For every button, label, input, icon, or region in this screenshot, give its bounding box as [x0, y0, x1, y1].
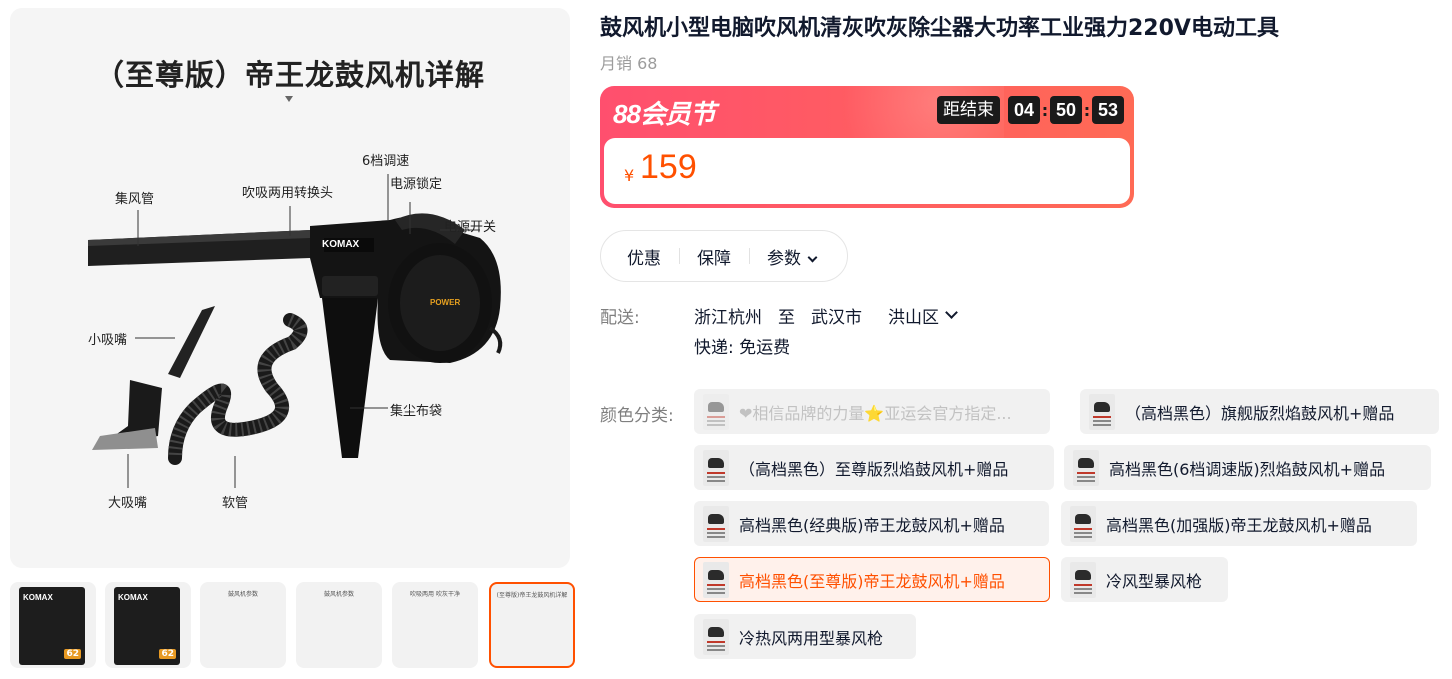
countdown: 距结束 04 : 50 : 53	[937, 96, 1124, 124]
sku-option-label: ❤相信品牌的力量⭐亚运会官方指定...	[739, 403, 1012, 423]
sku-thumb	[703, 561, 729, 598]
festival-label: 88会员节	[613, 99, 716, 129]
power-mark: POWER	[430, 298, 461, 307]
tab-guarantee[interactable]: 保障	[679, 244, 749, 269]
tab-params[interactable]: 参数	[749, 244, 834, 269]
sku-option-label: 高档黑色(6档调速版)烈焰鼓风机+赠品	[1109, 459, 1386, 479]
price-box: ¥ 159	[604, 138, 1130, 204]
sku-option-7-selected[interactable]: 高档黑色(至尊版)帝王龙鼓风机+赠品	[694, 557, 1050, 602]
brand-mark: KOMAX	[322, 239, 360, 250]
sku-option-label: 高档黑色(加强版)帝王龙鼓风机+赠品	[1106, 515, 1372, 535]
sku-option-6[interactable]: 高档黑色(加强版)帝王龙鼓风机+赠品	[1061, 501, 1417, 546]
callout-small-nozzle: 小吸嘴	[88, 333, 128, 348]
thumbnail-strip: KOMAX 62 KOMAX 62 鼓风机参数 鼓风机参数 吹吸两用 吹灰干净 …	[10, 582, 575, 668]
countdown-label: 距结束	[937, 96, 1000, 124]
thumbnail-badge: 62	[159, 649, 176, 659]
sku-thumb	[703, 393, 729, 430]
callout-speed: 6档调速	[362, 154, 410, 169]
callout-large-nozzle: 大吸嘴	[108, 496, 148, 511]
sku-option-label: 冷风型暴风枪	[1106, 571, 1203, 591]
sku-thumb	[1070, 505, 1096, 542]
sku-option-8[interactable]: 冷风型暴风枪	[1061, 557, 1228, 602]
thumbnail-caption: 鼓风机参数	[323, 591, 354, 598]
sku-option-1[interactable]: ❤相信品牌的力量⭐亚运会官方指定...	[694, 389, 1050, 434]
info-tabs: 优惠 保障 参数	[600, 230, 848, 282]
sku-option-label: （高档黑色）至尊版烈焰鼓风机+赠品	[739, 459, 1009, 479]
tab-discount-label: 优惠	[627, 248, 661, 269]
sku-option-5[interactable]: 高档黑色(经典版)帝王龙鼓风机+赠品	[694, 501, 1049, 546]
chevron-down-icon[interactable]	[945, 306, 958, 319]
sku-thumb	[703, 505, 729, 542]
monthly-sales: 月销 68	[600, 54, 658, 73]
currency-symbol: ¥	[624, 166, 635, 185]
sku-thumb	[1070, 561, 1096, 598]
sku-option-2[interactable]: （高档黑色）旗舰版烈焰鼓风机+赠品	[1080, 389, 1439, 434]
thumbnail-caption: 鼓风机参数	[227, 591, 258, 598]
sku-thumb	[1089, 393, 1115, 430]
blower-illustration	[88, 174, 503, 488]
delivery-label: 配送:	[600, 308, 640, 328]
main-product-image[interactable]: （至尊版）帝王龙鼓风机详解 KOMAX POWER 6档调速 电源锁定 集风管 …	[10, 8, 570, 568]
thumbnail-4[interactable]: 鼓风机参数	[296, 582, 382, 668]
delivery-city: 武汉市	[811, 308, 862, 328]
thumbnail-5[interactable]: 吹吸两用 吹灰干净	[392, 582, 478, 668]
price: 159	[640, 148, 697, 186]
thumbnail-brand: KOMAX	[23, 593, 53, 602]
thumbnail-2[interactable]: KOMAX 62	[105, 582, 191, 668]
tab-guarantee-label: 保障	[697, 248, 731, 269]
delivery-from: 浙江杭州	[694, 308, 762, 328]
sku-thumb	[703, 618, 729, 655]
sku-thumb	[1073, 449, 1099, 486]
tab-params-label: 参数	[767, 248, 801, 269]
thumbnail-brand: KOMAX	[118, 593, 148, 602]
delivery-selector[interactable]: 浙江杭州 至 武汉市 洪山区	[694, 303, 972, 328]
callout-power-lock: 电源锁定	[390, 177, 443, 192]
callout-adapter: 吹吸两用转换头	[242, 186, 334, 201]
countdown-separator: :	[1041, 100, 1049, 120]
thumbnail-1[interactable]: KOMAX 62	[10, 582, 96, 668]
sku-option-4[interactable]: 高档黑色(6档调速版)烈焰鼓风机+赠品	[1064, 445, 1431, 490]
shipping-info: 快递: 免运费	[694, 338, 791, 358]
thumbnail-3[interactable]: 鼓风机参数	[200, 582, 286, 668]
sku-option-label: 冷热风两用型暴风枪	[739, 628, 884, 648]
sku-thumb	[703, 449, 729, 486]
countdown-separator: :	[1083, 100, 1091, 120]
countdown-seconds: 53	[1092, 96, 1124, 124]
countdown-minutes: 50	[1050, 96, 1082, 124]
callout-dust-bag: 集尘布袋	[390, 404, 443, 419]
sku-option-label: 高档黑色(至尊版)帝王龙鼓风机+赠品	[739, 571, 1005, 591]
chevron-down-icon	[807, 252, 818, 262]
sku-option-label: （高档黑色）旗舰版烈焰鼓风机+赠品	[1125, 403, 1395, 423]
thumbnail-caption: (至尊版)帝王龙鼓风机详解	[496, 592, 568, 599]
sku-label: 颜色分类:	[600, 406, 674, 426]
promo-banner: 88会员节 距结束 04 : 50 : 53 ¥ 159	[600, 86, 1134, 208]
sku-option-label: 高档黑色(经典版)帝王龙鼓风机+赠品	[739, 515, 1005, 535]
thumbnail-badge: 62	[64, 649, 81, 659]
callout-collector: 集风管	[115, 192, 155, 207]
sku-option-3[interactable]: （高档黑色）至尊版烈焰鼓风机+赠品	[694, 445, 1054, 490]
delivery-district: 洪山区	[888, 308, 939, 328]
sku-option-9[interactable]: 冷热风两用型暴风枪	[694, 614, 916, 659]
callout-hose: 软管	[222, 496, 249, 511]
tab-discount[interactable]: 优惠	[609, 244, 679, 269]
product-title: 鼓风机小型电脑吹风机清灰吹灰除尘器大功率工业强力220V电动工具	[600, 16, 1279, 41]
thumbnail-6[interactable]: (至尊版)帝王龙鼓风机详解	[489, 582, 575, 668]
countdown-hours: 04	[1008, 96, 1040, 124]
delivery-to-word: 至	[778, 308, 795, 328]
callout-power-switch: 电源开关	[444, 220, 497, 235]
thumbnail-caption: 吹吸两用 吹灰干净	[410, 591, 460, 598]
